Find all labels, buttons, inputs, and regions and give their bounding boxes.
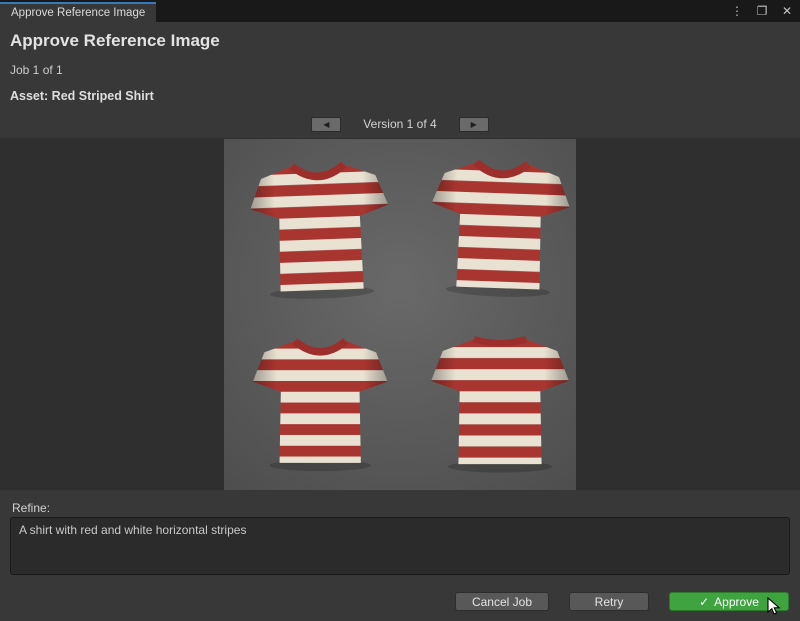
chevron-right-icon: ▶ [471, 120, 477, 129]
version-next-button[interactable]: ▶ [459, 117, 489, 132]
retry-button[interactable]: Retry [569, 592, 649, 611]
chevron-left-icon: ◀ [323, 120, 329, 129]
kebab-menu-icon[interactable]: ⋮ [730, 2, 744, 20]
window-controls: ⋮ ❐ ✕ [730, 2, 794, 20]
refine-input[interactable]: A shirt with red and white horizontal st… [10, 517, 790, 575]
maximize-icon[interactable]: ❐ [755, 2, 769, 20]
approve-button[interactable]: ✓ Approve [669, 592, 789, 611]
job-status: Job 1 of 1 [10, 63, 63, 77]
reference-image [224, 139, 576, 490]
version-prev-button[interactable]: ◀ [311, 117, 341, 132]
close-icon[interactable]: ✕ [780, 2, 794, 20]
cancel-job-label: Cancel Job [472, 595, 532, 609]
actions-row: Cancel Job Retry ✓ Approve [455, 592, 789, 611]
page-title: Approve Reference Image [10, 31, 220, 51]
window-tab-bar: Approve Reference Image [0, 0, 800, 22]
retry-label: Retry [595, 595, 624, 609]
tab-title: Approve Reference Image [11, 7, 145, 19]
cancel-job-button[interactable]: Cancel Job [455, 592, 549, 611]
version-label: Version 1 of 4 [363, 117, 436, 131]
asset-name: Asset: Red Striped Shirt [10, 89, 154, 103]
check-icon: ✓ [699, 595, 709, 609]
version-nav: ◀ Version 1 of 4 ▶ [0, 116, 800, 132]
approve-label: Approve [714, 595, 759, 609]
preview-panel [0, 138, 800, 490]
tab-approve-reference-image[interactable]: Approve Reference Image [0, 2, 156, 22]
refine-label: Refine: [12, 501, 50, 515]
